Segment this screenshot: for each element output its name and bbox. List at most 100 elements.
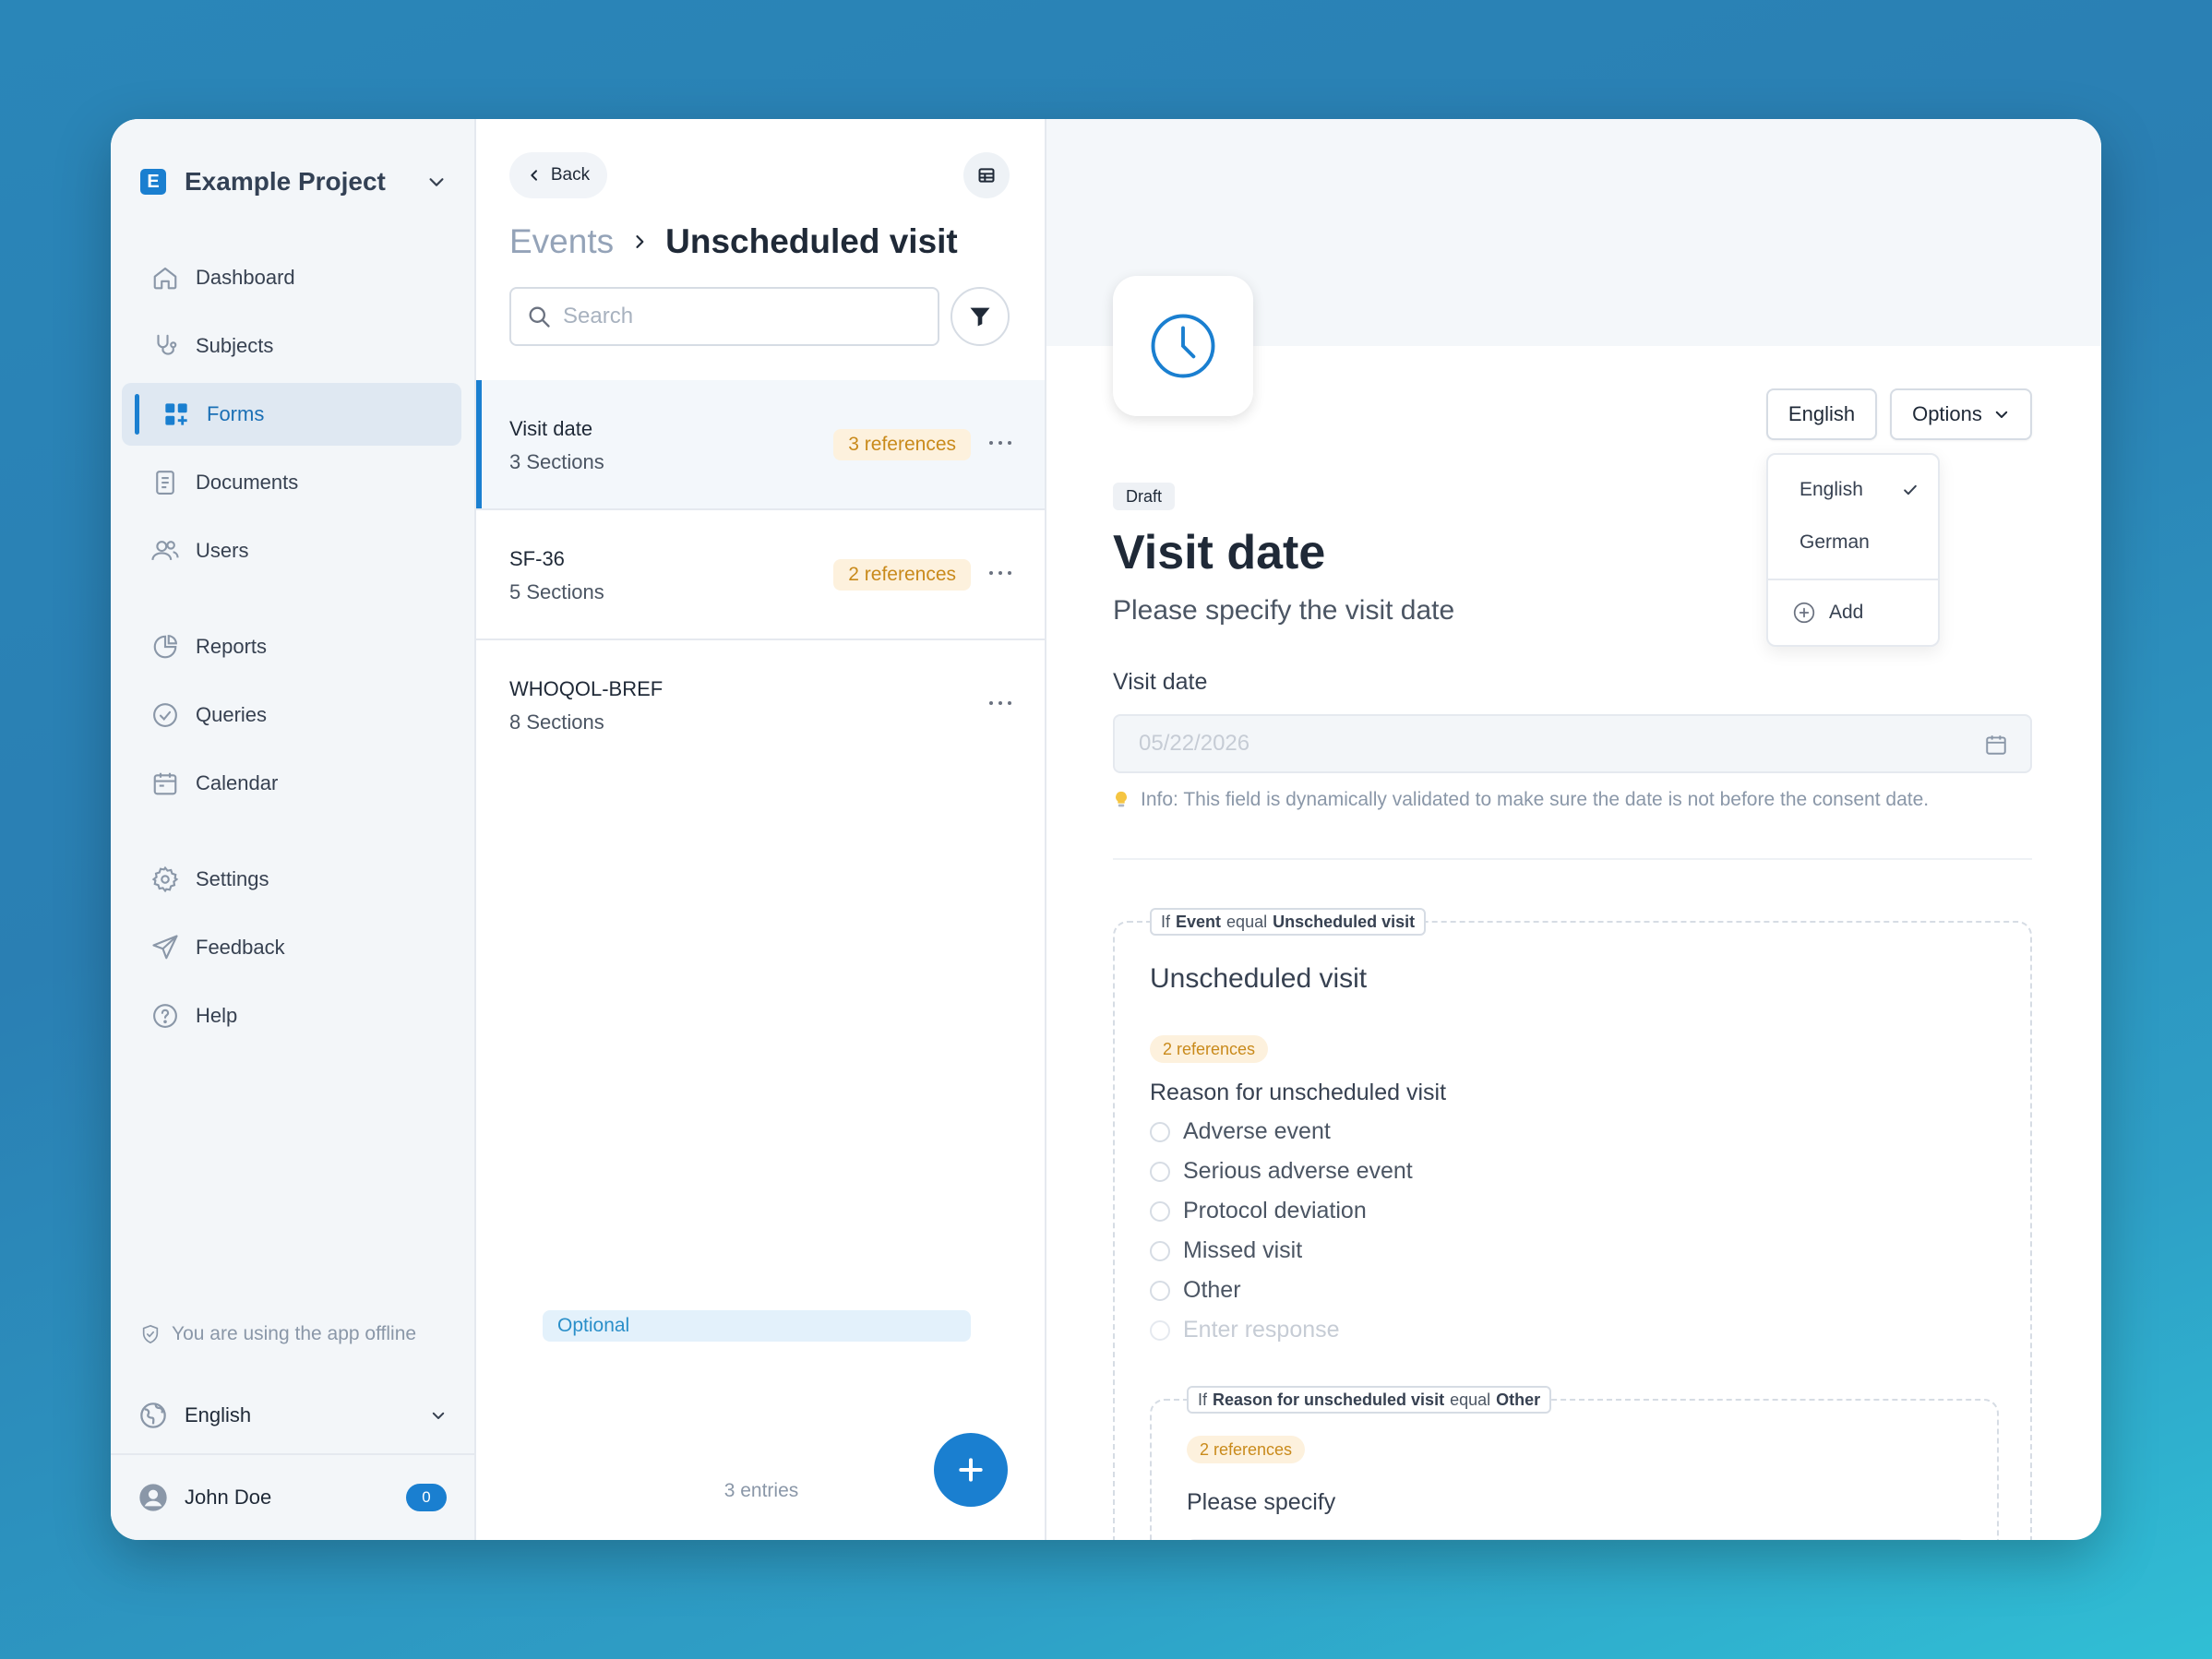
offline-status: You are using the app offline <box>140 1323 416 1345</box>
forms-grid-icon <box>161 399 192 430</box>
app-window: E Example Project Dashboard Subjects For… <box>111 119 2101 1540</box>
question-label: Please specify <box>1187 1489 1336 1515</box>
language-dropdown: English German Add <box>1766 453 1940 647</box>
sidebar-item-label: Reports <box>196 635 268 658</box>
condition-tag: If Reason for unscheduled visit equal Ot… <box>1187 1386 1552 1414</box>
radio-button[interactable] <box>1150 1200 1170 1222</box>
optional-badge: Optional <box>543 1310 971 1342</box>
radio-option[interactable]: Serious adverse event <box>1150 1158 1413 1185</box>
sidebar-item-label: Dashboard <box>196 266 295 289</box>
sidebar-item-label: Queries <box>196 703 268 726</box>
sidebar-item-users[interactable]: Users <box>122 519 461 582</box>
project-switcher[interactable]: E Example Project <box>140 156 447 208</box>
more-options-icon[interactable] <box>989 564 1011 582</box>
user-menu[interactable]: John Doe 0 <box>111 1453 474 1540</box>
home-icon <box>149 262 181 293</box>
forms-list-panel: Back Events Unscheduled visit Visit date… <box>476 119 1046 1540</box>
list-item[interactable]: SF-36 5 Sections 2 references <box>476 510 1045 640</box>
sidebar: E Example Project Dashboard Subjects For… <box>111 119 476 1540</box>
breadcrumb-current: Unscheduled visit <box>665 222 958 260</box>
more-options-icon[interactable] <box>989 694 1011 712</box>
sidebar-item-reports[interactable]: Reports <box>122 615 461 678</box>
radio-option[interactable]: Protocol deviation <box>1150 1198 1367 1224</box>
sidebar-item-documents[interactable]: Documents <box>122 451 461 514</box>
sidebar-item-label: Users <box>196 539 249 562</box>
filter-button[interactable] <box>951 287 1010 346</box>
sidebar-item-label: Forms <box>207 402 265 425</box>
radio-option[interactable]: Missed visit <box>1150 1237 1302 1264</box>
chevron-left-icon <box>531 170 537 181</box>
options-label: Options <box>1912 402 1982 425</box>
sidebar-item-dashboard[interactable]: Dashboard <box>122 246 461 309</box>
sidebar-item-forms[interactable]: Forms <box>122 383 461 446</box>
breadcrumb-parent[interactable]: Events <box>509 222 614 261</box>
condition-value: Unscheduled visit <box>1273 912 1416 931</box>
date-placeholder: 05/22/2026 <box>1139 731 1250 756</box>
sidebar-item-label: Help <box>196 1004 238 1027</box>
calendar-icon[interactable] <box>1984 733 2008 757</box>
add-form-button[interactable] <box>934 1433 1008 1507</box>
sidebar-item-settings[interactable]: Settings <box>122 848 461 911</box>
form-title: SF-36 <box>509 547 565 570</box>
sidebar-item-queries[interactable]: Queries <box>122 684 461 746</box>
sidebar-item-feedback[interactable]: Feedback <box>122 916 461 979</box>
visit-date-field[interactable]: 05/22/2026 <box>1113 714 2032 773</box>
gear-icon <box>149 864 181 895</box>
sidebar-item-calendar[interactable]: Calendar <box>122 752 461 815</box>
dropdown-item-label: English <box>1799 479 1863 500</box>
sidebar-item-label: Settings <box>196 867 269 890</box>
radio-option[interactable]: Other <box>1150 1277 1241 1304</box>
language-selector[interactable]: English <box>138 1392 447 1438</box>
language-button[interactable]: English <box>1766 388 1877 440</box>
sidebar-item-label: Documents <box>196 471 299 494</box>
radio-button <box>1150 1319 1170 1341</box>
references-badge: 2 references <box>1150 1035 1269 1063</box>
references-badge: 3 references <box>833 429 971 460</box>
page-subtitle: Please specify the visit date <box>1113 595 1455 626</box>
add-language-button[interactable]: Add <box>1792 601 1863 625</box>
dropdown-item-german[interactable]: German <box>1799 531 1870 554</box>
condition-operator: equal <box>1450 1390 1491 1409</box>
table-view-button[interactable] <box>963 152 1010 198</box>
list-item[interactable]: Visit date 3 Sections 3 references <box>476 380 1045 510</box>
sidebar-item-label: Feedback <box>196 936 285 959</box>
plus-icon <box>959 1458 983 1482</box>
search-input[interactable] <box>563 304 914 329</box>
condition-value: Other <box>1496 1390 1541 1409</box>
sidebar-item-label: Calendar <box>196 771 279 794</box>
conditional-section: If Event equal Unscheduled visit Unsched… <box>1113 908 2032 1540</box>
add-response-option[interactable]: Enter response <box>1150 1317 1340 1343</box>
more-options-icon[interactable] <box>989 434 1011 452</box>
offline-text: You are using the app offline <box>172 1323 417 1344</box>
list-item[interactable]: WHOQOL-BREF 8 Sections Optional <box>476 640 1045 1342</box>
check-circle-icon <box>149 699 181 731</box>
references-badge: 2 references <box>1187 1436 1306 1463</box>
options-button[interactable]: Options <box>1890 388 2032 440</box>
radio-option[interactable]: Adverse event <box>1150 1118 1331 1145</box>
breadcrumb: Events Unscheduled visit <box>509 219 958 265</box>
back-label: Back <box>550 165 591 185</box>
radio-button[interactable] <box>1150 1240 1170 1261</box>
status-badge: Draft <box>1113 483 1176 510</box>
notification-badge[interactable]: 0 <box>406 1484 447 1511</box>
project-logo: E <box>140 169 166 195</box>
condition-prefix: If <box>1161 912 1171 931</box>
radio-button[interactable] <box>1150 1161 1170 1182</box>
form-sections: 5 Sections <box>509 580 604 603</box>
specify-input[interactable] <box>1187 1539 1966 1540</box>
radio-button[interactable] <box>1150 1121 1170 1142</box>
section-title: Unscheduled visit <box>1150 963 1368 994</box>
document-icon <box>149 467 181 498</box>
question-label: Reason for unscheduled visit <box>1150 1080 1447 1105</box>
sidebar-item-help[interactable]: Help <box>122 985 461 1047</box>
condition-prefix: If <box>1198 1390 1208 1409</box>
nested-conditional-section: If Reason for unscheduled visit equal Ot… <box>1150 1386 1999 1540</box>
sidebar-item-label: Subjects <box>196 334 274 357</box>
dropdown-item-english[interactable]: English <box>1799 479 1919 501</box>
form-title: WHOQOL-BREF <box>509 677 664 700</box>
option-label: Serious adverse event <box>1183 1158 1413 1184</box>
shield-check-icon <box>142 1324 159 1344</box>
back-button[interactable]: Back <box>509 152 607 198</box>
sidebar-item-subjects[interactable]: Subjects <box>122 315 461 377</box>
radio-button[interactable] <box>1150 1280 1170 1301</box>
